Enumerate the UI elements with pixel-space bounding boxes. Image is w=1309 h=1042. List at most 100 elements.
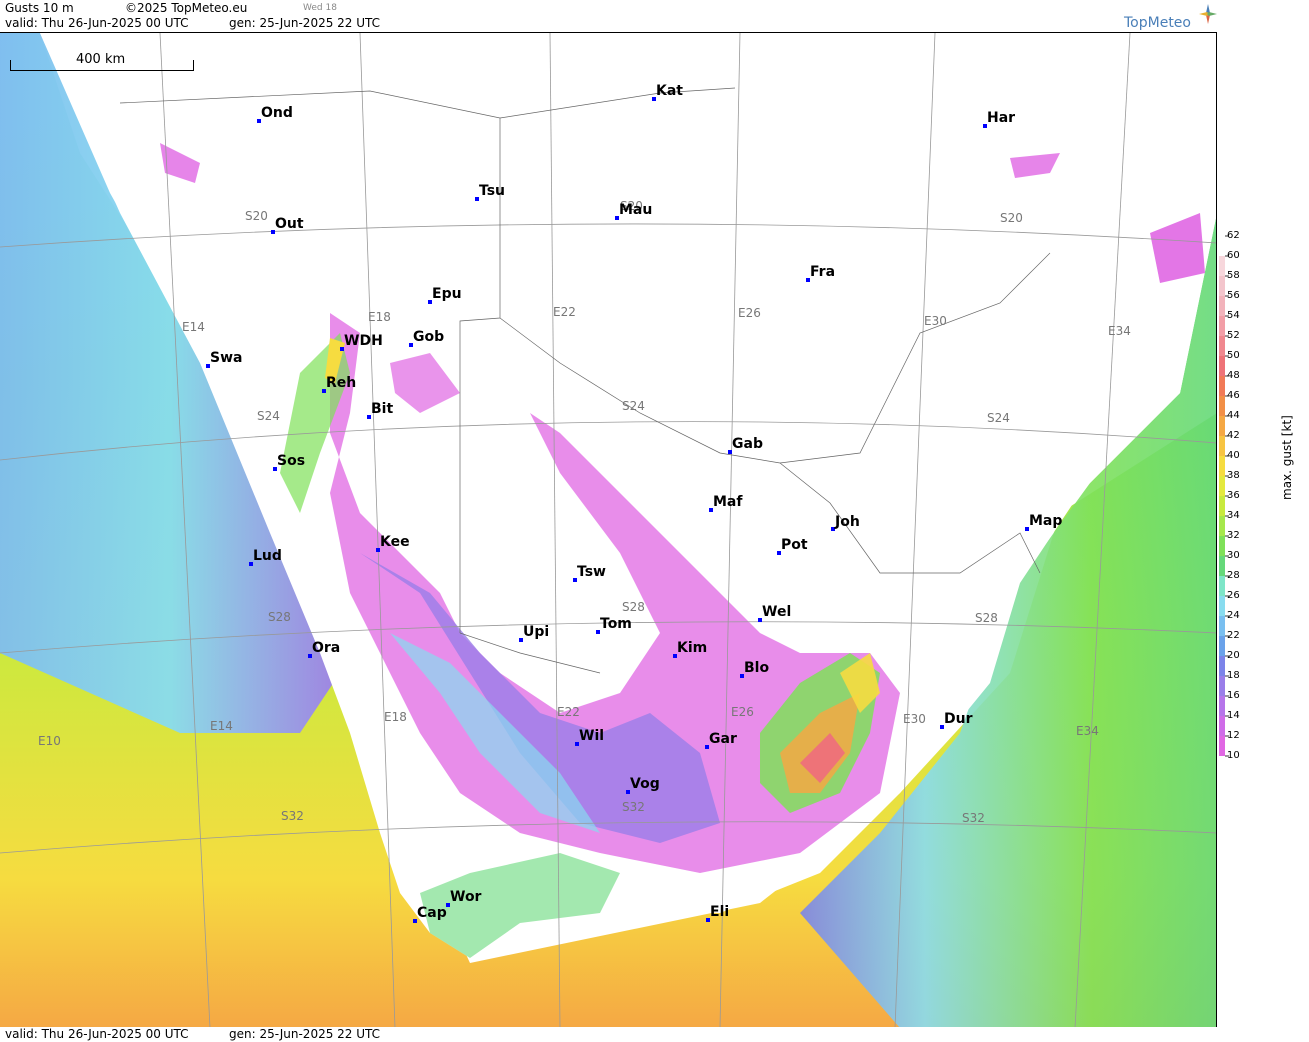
city-label: Kim <box>677 640 708 656</box>
legend-tick-label: 56 <box>1227 290 1240 301</box>
legend-swatch <box>1219 276 1225 296</box>
city-label: Tom <box>600 616 632 632</box>
legend-swatch <box>1219 576 1225 596</box>
city-label: Gar <box>709 731 737 747</box>
grid-label: E10 <box>38 734 61 748</box>
legend-swatch <box>1219 296 1225 316</box>
topmeteo-logo: TopMeteo <box>1124 15 1191 31</box>
grid-label: E34 <box>1076 724 1099 738</box>
city-label: Cap <box>417 905 447 921</box>
grid-label: S28 <box>622 600 645 614</box>
map-area[interactable]: 400 km S20 S20 S20 S24 S24 S24 S28 S28 S… <box>0 32 1217 1027</box>
legend-swatch <box>1219 536 1225 556</box>
legend-tick-label: 10 <box>1227 750 1240 761</box>
legend-swatch <box>1219 236 1225 256</box>
valid-time: valid: Thu 26-Jun-2025 00 UTC <box>5 16 189 30</box>
city-label: Sos <box>277 453 306 469</box>
grid-label: E14 <box>182 320 205 334</box>
map-canvas <box>0 33 1216 1027</box>
grid-label: E18 <box>384 710 407 724</box>
city-label: Mau <box>619 202 653 218</box>
legend-swatch <box>1219 616 1225 636</box>
gen-time: gen: 25-Jun-2025 22 UTC <box>229 16 381 30</box>
legend <box>1217 0 1309 1042</box>
legend-tick-label: 16 <box>1227 690 1240 701</box>
legend-swatch <box>1219 316 1225 336</box>
city-label: Tsw <box>577 564 606 580</box>
grid-label: E26 <box>731 705 754 719</box>
legend-tick-label: 44 <box>1227 410 1240 421</box>
legend-tick-label: 18 <box>1227 670 1240 681</box>
legend-tick-label: 26 <box>1227 590 1240 601</box>
legend-tick-label: 34 <box>1227 510 1240 521</box>
grid-label: E22 <box>553 305 576 319</box>
grid-label: S24 <box>622 399 645 413</box>
city-label: Pot <box>781 537 808 553</box>
legend-swatch <box>1219 416 1225 436</box>
legend-swatch <box>1219 696 1225 716</box>
legend-tick-label: 46 <box>1227 390 1240 401</box>
legend-swatch <box>1219 436 1225 456</box>
city-label: Reh <box>326 375 357 391</box>
legend-tick-label: 20 <box>1227 650 1240 661</box>
city-label: Gob <box>413 329 445 345</box>
city-label: Swa <box>210 350 243 366</box>
city-label: Kee <box>380 534 410 550</box>
grid-label: S28 <box>268 610 291 624</box>
city-label: Kat <box>656 83 683 99</box>
grid-label: S20 <box>245 209 268 223</box>
grid-label: E18 <box>368 310 391 324</box>
city-label: Upi <box>523 624 550 640</box>
legend-colorbar <box>1219 235 1229 757</box>
grid-label: E14 <box>210 719 233 733</box>
city-label: Fra <box>810 264 836 280</box>
city-label: Out <box>275 216 304 232</box>
legend-tick-label: 36 <box>1227 490 1240 501</box>
legend-tick-label: 58 <box>1227 270 1240 281</box>
copyright: ©2025 TopMeteo.eu <box>125 1 248 15</box>
grid-label: S24 <box>257 409 280 423</box>
legend-swatch <box>1219 456 1225 476</box>
grid-label: S32 <box>622 800 645 814</box>
city-label: Dur <box>944 711 973 727</box>
city-label: Lud <box>253 548 282 564</box>
grid-label: E22 <box>557 705 580 719</box>
city-label: Vog <box>630 776 660 792</box>
grid-label: S24 <box>987 411 1010 425</box>
city-label: Ora <box>312 640 341 656</box>
city-label: Epu <box>432 286 462 302</box>
city-label: Eli <box>710 904 730 920</box>
grid-label: E26 <box>738 306 761 320</box>
legend-swatch <box>1219 676 1225 696</box>
footer: valid: Thu 26-Jun-2025 00 UTC gen: 25-Ju… <box>0 1027 1217 1042</box>
city-label: Joh <box>835 514 860 530</box>
legend-swatch <box>1219 336 1225 356</box>
city-label: Map <box>1029 513 1063 529</box>
legend-swatch <box>1219 556 1225 576</box>
legend-tick-label: 28 <box>1227 570 1240 581</box>
city-label: Gab <box>732 436 763 452</box>
grid-label: E30 <box>903 712 926 726</box>
legend-title: max. gust [kt] <box>1280 415 1294 500</box>
legend-swatch <box>1219 376 1225 396</box>
legend-tick-label: 40 <box>1227 450 1240 461</box>
legend-swatch <box>1219 356 1225 376</box>
legend-tick-label: 22 <box>1227 630 1240 641</box>
map-title: Gusts 10 m <box>5 1 74 15</box>
grid-label: E30 <box>924 314 947 328</box>
city-label: Har <box>987 110 1016 126</box>
legend-tick-label: 12 <box>1227 730 1240 741</box>
legend-swatch <box>1219 596 1225 616</box>
city-label: Wil <box>579 728 605 744</box>
legend-tick-label: 54 <box>1227 310 1240 321</box>
legend-tick-label: 30 <box>1227 550 1240 561</box>
legend-tick-label: 52 <box>1227 330 1240 341</box>
legend-swatch <box>1219 396 1225 416</box>
city-label: Wel <box>762 604 792 620</box>
legend-tick-label: 38 <box>1227 470 1240 481</box>
legend-tick-label: 24 <box>1227 610 1240 621</box>
legend-tick-label: 42 <box>1227 430 1240 441</box>
grid-label: E34 <box>1108 324 1131 338</box>
scale-label: 400 km <box>76 52 126 67</box>
city-label: Wor <box>450 889 482 905</box>
